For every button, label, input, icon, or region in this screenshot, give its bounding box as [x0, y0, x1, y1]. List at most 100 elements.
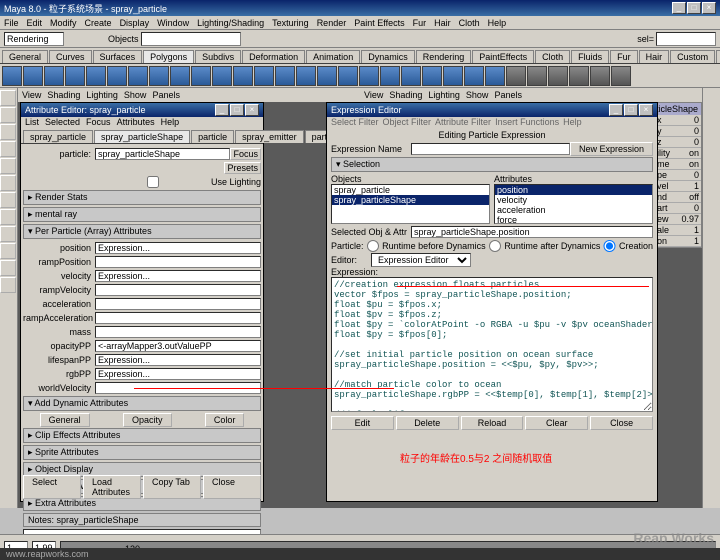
section-per-particle[interactable]: Per Particle (Array) Attributes: [23, 224, 261, 239]
tab-deformation[interactable]: Deformation: [242, 50, 305, 63]
shelf-icon-0[interactable]: [2, 66, 22, 86]
exp-btn-delete[interactable]: Delete: [396, 416, 459, 430]
tab-dynamics[interactable]: Dynamics: [361, 50, 415, 63]
use-lighting-checkbox[interactable]: [95, 176, 211, 188]
pp-mass[interactable]: [95, 326, 261, 338]
vp-menu-shading[interactable]: Shading: [389, 90, 422, 100]
shelf-icon-10[interactable]: [212, 66, 232, 86]
tool-0[interactable]: [0, 90, 16, 106]
vp-menu-show[interactable]: Show: [124, 90, 147, 100]
attr-item[interactable]: acceleration: [495, 205, 652, 215]
ae-btn-close[interactable]: Close: [203, 475, 261, 499]
tab-painteffects[interactable]: PaintEffects: [472, 50, 534, 63]
shelf-icon-19[interactable]: [401, 66, 421, 86]
ae-menu-selected[interactable]: Selected: [45, 117, 80, 130]
tab-surfaces[interactable]: Surfaces: [93, 50, 143, 63]
vp-menu-lighting[interactable]: Lighting: [428, 90, 460, 100]
exp-menu[interactable]: Help: [563, 117, 582, 129]
menu-paint effects[interactable]: Paint Effects: [354, 18, 404, 28]
shelf-icon-4[interactable]: [86, 66, 106, 86]
expr-name-input[interactable]: [411, 143, 570, 155]
shelf-icon-2[interactable]: [44, 66, 64, 86]
shelf-icon-9[interactable]: [191, 66, 211, 86]
pp-rampVelocity[interactable]: [95, 284, 261, 296]
tab-general[interactable]: General: [2, 50, 48, 63]
shelf-icon-22[interactable]: [464, 66, 484, 86]
pp-velocity[interactable]: [95, 270, 261, 282]
section-mental-ray[interactable]: mental ray: [23, 207, 261, 222]
color-button[interactable]: Color: [205, 413, 245, 427]
vp-menu-lighting[interactable]: Lighting: [86, 90, 118, 100]
tab-animation[interactable]: Animation: [306, 50, 360, 63]
new-expr-button[interactable]: New Expression: [570, 142, 653, 156]
shelf-icon-23[interactable]: [485, 66, 505, 86]
tab-sun[interactable]: sun: [716, 50, 720, 63]
tool-4[interactable]: [0, 158, 16, 174]
ae-menu-focus[interactable]: Focus: [86, 117, 111, 130]
radio-runtime-after[interactable]: [488, 240, 503, 252]
menu-create[interactable]: Create: [85, 18, 112, 28]
panel-max-icon[interactable]: □: [230, 104, 244, 116]
ae-menu-list[interactable]: List: [25, 117, 39, 130]
pp-rgbPP[interactable]: [95, 368, 261, 380]
radio-creation[interactable]: [602, 240, 617, 252]
tab-curves[interactable]: Curves: [49, 50, 92, 63]
ae-tab-3[interactable]: spray_emitter: [235, 130, 304, 143]
shelf-icon-8[interactable]: [170, 66, 190, 86]
shelf-icon-14[interactable]: [296, 66, 316, 86]
selection-section[interactable]: Selection: [331, 157, 653, 172]
panel-close-icon[interactable]: ×: [639, 104, 653, 116]
tool-2[interactable]: [0, 124, 16, 140]
tool-7[interactable]: [0, 209, 16, 225]
shelf-icon-25[interactable]: [527, 66, 547, 86]
menu-lighting/shading[interactable]: Lighting/Shading: [197, 18, 264, 28]
exp-menu[interactable]: Select Filter: [331, 117, 379, 129]
tool-9[interactable]: [0, 243, 16, 259]
menu-render[interactable]: Render: [317, 18, 347, 28]
exp-btn-close[interactable]: Close: [590, 416, 653, 430]
panel-max-icon[interactable]: □: [624, 104, 638, 116]
expression-textarea[interactable]: //creation expression floats particles v…: [331, 277, 653, 412]
tool-3[interactable]: [0, 141, 16, 157]
minimize-button[interactable]: _: [672, 2, 686, 14]
pp-position[interactable]: [95, 242, 261, 254]
ae-tab-0[interactable]: spray_particle: [23, 130, 93, 143]
exp-btn-clear[interactable]: Clear: [525, 416, 588, 430]
menu-display[interactable]: Display: [120, 18, 150, 28]
shelf-icon-15[interactable]: [317, 66, 337, 86]
section-sprite[interactable]: Sprite Attributes: [23, 445, 261, 460]
ae-btn-load-attributes[interactable]: Load Attributes: [83, 475, 141, 499]
tool-11[interactable]: [0, 277, 16, 293]
opacity-button[interactable]: Opacity: [123, 413, 172, 427]
objects-input[interactable]: [141, 32, 241, 46]
panel-min-icon[interactable]: _: [215, 104, 229, 116]
pp-rampAcceleration[interactable]: [95, 312, 261, 324]
pp-acceleration[interactable]: [95, 298, 261, 310]
shelf-icon-17[interactable]: [359, 66, 379, 86]
shelf-icon-28[interactable]: [590, 66, 610, 86]
menu-edit[interactable]: Edit: [27, 18, 43, 28]
vp-menu-view[interactable]: View: [364, 90, 383, 100]
exp-btn-edit[interactable]: Edit: [331, 416, 394, 430]
exp-menu[interactable]: Insert Functions: [495, 117, 559, 129]
tab-rendering[interactable]: Rendering: [416, 50, 472, 63]
exp-menu[interactable]: Object Filter: [383, 117, 432, 129]
menu-modify[interactable]: Modify: [50, 18, 77, 28]
shelf-tabs[interactable]: GeneralCurvesSurfacesPolygonsSubdivsDefo…: [0, 48, 720, 64]
tab-hair[interactable]: Hair: [639, 50, 670, 63]
menu-file[interactable]: File: [4, 18, 19, 28]
menu-help[interactable]: Help: [488, 18, 507, 28]
viewport-menu-left[interactable]: ViewShadingLightingShowPanels: [18, 88, 360, 102]
vp-menu-panels[interactable]: Panels: [494, 90, 522, 100]
shelf-icon-29[interactable]: [611, 66, 631, 86]
objects-listbox[interactable]: spray_particlespray_particleShape: [331, 184, 490, 224]
tab-fluids[interactable]: Fluids: [571, 50, 609, 63]
shelf-icon-16[interactable]: [338, 66, 358, 86]
attr-item[interactable]: position: [495, 185, 652, 195]
tab-polygons[interactable]: Polygons: [143, 50, 194, 63]
pp-opacityPP[interactable]: [95, 340, 261, 352]
tool-8[interactable]: [0, 226, 16, 242]
shelf-icon-7[interactable]: [149, 66, 169, 86]
general-button[interactable]: General: [40, 413, 90, 427]
shelf-icon-6[interactable]: [128, 66, 148, 86]
